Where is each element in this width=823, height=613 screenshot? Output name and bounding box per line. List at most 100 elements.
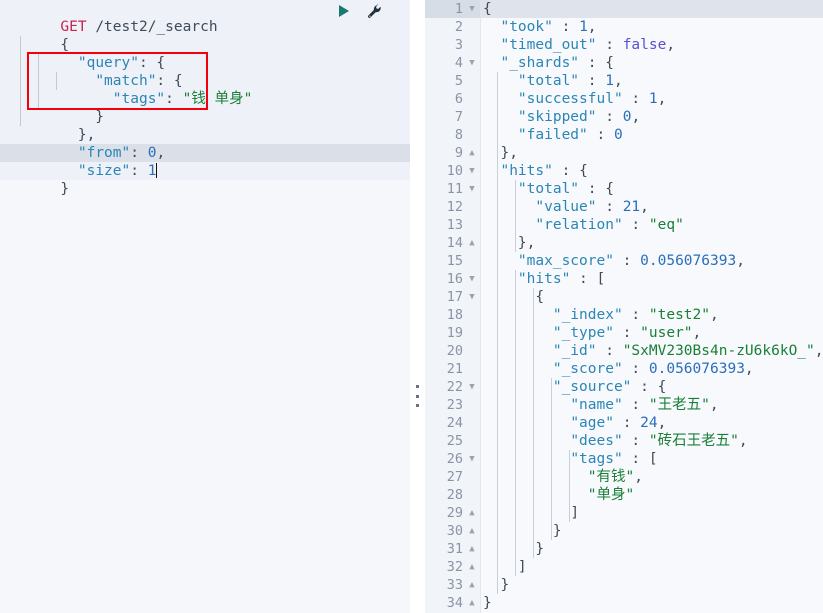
- line-number: 25: [446, 433, 463, 449]
- response-line[interactable]: 22 ▼ "_source" : {: [425, 378, 823, 396]
- fold-collapse-icon[interactable]: ▼: [467, 180, 477, 198]
- response-line-text: "value" : 21,: [535, 199, 649, 215]
- line-number: 31: [446, 541, 463, 557]
- line-number: 4: [454, 55, 463, 71]
- response-line-text: }: [500, 577, 510, 593]
- response-line-text: "_id" : "SxMV230Bs4n-zU6k6kO_",: [552, 343, 823, 359]
- line-number: 28: [446, 487, 463, 503]
- response-line[interactable]: 3 "timed_out" : false,: [425, 36, 823, 54]
- request-body-line[interactable]: }: [0, 162, 410, 197]
- request-body-line-active[interactable]: "size": 1: [0, 144, 410, 179]
- handle-dot: [416, 394, 419, 398]
- response-line-text: "_type" : "user",: [552, 325, 702, 341]
- response-line[interactable]: 5 "total" : 1,: [425, 72, 823, 90]
- line-number: 29: [446, 505, 463, 521]
- line-number: 6: [454, 91, 463, 107]
- fold-collapse-icon[interactable]: ▼: [467, 378, 477, 396]
- response-line[interactable]: 10 ▼ "hits" : {: [425, 162, 823, 180]
- line-number: 26: [446, 451, 463, 467]
- request-body-line[interactable]: "query": {: [0, 36, 410, 71]
- line-number: 33: [446, 577, 463, 593]
- response-line[interactable]: 19 "_type" : "user",: [425, 324, 823, 342]
- request-body-line[interactable]: "tags": "钱 单身": [0, 72, 410, 107]
- response-line[interactable]: 33 ▲ }: [425, 576, 823, 594]
- response-line-text: "有钱",: [587, 469, 643, 485]
- response-line[interactable]: 16 ▼ "hits" : [: [425, 270, 823, 288]
- response-line[interactable]: 7 "skipped" : 0,: [425, 108, 823, 126]
- request-editor-panel[interactable]: GET /test2/_search { "query": { "match":…: [0, 0, 410, 613]
- response-line-text: },: [517, 235, 536, 251]
- response-line-text: ]: [517, 559, 527, 575]
- response-line[interactable]: 12 "value" : 21,: [425, 198, 823, 216]
- fold-collapse-icon[interactable]: ▼: [467, 450, 477, 468]
- response-line[interactable]: 34 ▲}: [425, 594, 823, 612]
- response-line[interactable]: 1 ▼ {: [425, 0, 823, 18]
- line-number: 23: [446, 397, 463, 413]
- fold-expand-icon[interactable]: ▲: [467, 504, 477, 522]
- response-line-text: "successful" : 1,: [517, 91, 667, 107]
- fold-collapse-icon[interactable]: ▼: [467, 54, 477, 72]
- line-number: 13: [446, 217, 463, 233]
- response-line[interactable]: 29 ▲ ]: [425, 504, 823, 522]
- line-number: 16: [446, 271, 463, 287]
- response-line[interactable]: 23 "name" : "王老五",: [425, 396, 823, 414]
- response-line[interactable]: 28 "单身": [425, 486, 823, 504]
- response-line-text: }: [552, 523, 562, 539]
- send-request-play-icon[interactable]: [336, 3, 352, 19]
- response-line[interactable]: 32 ▲ ]: [425, 558, 823, 576]
- panel-resize-handle[interactable]: [415, 385, 420, 407]
- request-body-line[interactable]: "match": {: [0, 54, 410, 89]
- response-line[interactable]: 21 "_score" : 0.056076393,: [425, 360, 823, 378]
- response-line[interactable]: 26 ▼ "tags" : [: [425, 450, 823, 468]
- panel-divider: [410, 0, 425, 613]
- fold-expand-icon[interactable]: ▲: [467, 522, 477, 540]
- line-number: 2: [454, 19, 463, 35]
- response-line-text: "age" : 24,: [570, 415, 667, 431]
- response-line[interactable]: 18 "_index" : "test2",: [425, 306, 823, 324]
- response-line[interactable]: 14 ▲ },: [425, 234, 823, 252]
- response-line[interactable]: 9 ▲ },: [425, 144, 823, 162]
- line-number: 19: [446, 325, 463, 341]
- fold-expand-icon[interactable]: ▲: [467, 576, 477, 594]
- response-line[interactable]: 27 "有钱",: [425, 468, 823, 486]
- request-body-line[interactable]: }: [0, 90, 410, 125]
- response-line-text: "total" : 1,: [517, 73, 623, 89]
- handle-dot: [416, 404, 419, 407]
- response-line[interactable]: 17 ▼ {: [425, 288, 823, 306]
- fold-expand-icon[interactable]: ▲: [467, 144, 477, 162]
- fold-expand-icon[interactable]: ▲: [467, 540, 477, 558]
- response-line-text: "name" : "王老五",: [570, 397, 719, 413]
- response-line-text: "took" : 1,: [500, 19, 597, 35]
- request-body-line[interactable]: "from": 0,: [0, 126, 410, 161]
- fold-expand-icon[interactable]: ▲: [467, 234, 477, 252]
- response-line[interactable]: 8 "failed" : 0: [425, 126, 823, 144]
- wrench-icon[interactable]: [366, 3, 382, 19]
- request-editor-empty-area[interactable]: [0, 180, 410, 613]
- fold-collapse-icon[interactable]: ▼: [467, 162, 477, 180]
- request-body-line[interactable]: },: [0, 108, 410, 143]
- response-line[interactable]: 20 "_id" : "SxMV230Bs4n-zU6k6kO_",: [425, 342, 823, 360]
- fold-collapse-icon[interactable]: ▼: [467, 288, 477, 306]
- line-number: 1: [454, 1, 463, 17]
- response-viewer-panel[interactable]: 1 ▼{2 "took" : 1, 3 "timed_out" : false, 4 ▼…: [425, 0, 823, 613]
- response-line[interactable]: 6 "successful" : 1,: [425, 90, 823, 108]
- fold-expand-icon[interactable]: ▲: [467, 594, 477, 612]
- response-line[interactable]: 15 "max_score" : 0.056076393,: [425, 252, 823, 270]
- response-line[interactable]: 31 ▲ }: [425, 540, 823, 558]
- response-line[interactable]: 2 "took" : 1,: [425, 18, 823, 36]
- fold-expand-icon[interactable]: ▲: [467, 558, 477, 576]
- line-number: 3: [454, 37, 463, 53]
- line-number: 7: [454, 109, 463, 125]
- response-line-text: "_source" : {: [552, 379, 667, 395]
- response-line-text: }: [483, 595, 492, 611]
- response-line[interactable]: 4 ▼ "_shards" : {: [425, 54, 823, 72]
- response-line[interactable]: 11 ▼ "total" : {: [425, 180, 823, 198]
- response-line-text: "total" : {: [517, 181, 614, 197]
- response-line[interactable]: 25 "dees" : "砖石王老五",: [425, 432, 823, 450]
- response-line[interactable]: 24 "age" : 24,: [425, 414, 823, 432]
- fold-collapse-icon[interactable]: ▼: [467, 270, 477, 288]
- response-line[interactable]: 30 ▲ }: [425, 522, 823, 540]
- response-line[interactable]: 13 "relation" : "eq": [425, 216, 823, 234]
- fold-collapse-icon[interactable]: ▼: [467, 0, 477, 18]
- response-line-text: "hits" : [: [517, 271, 606, 287]
